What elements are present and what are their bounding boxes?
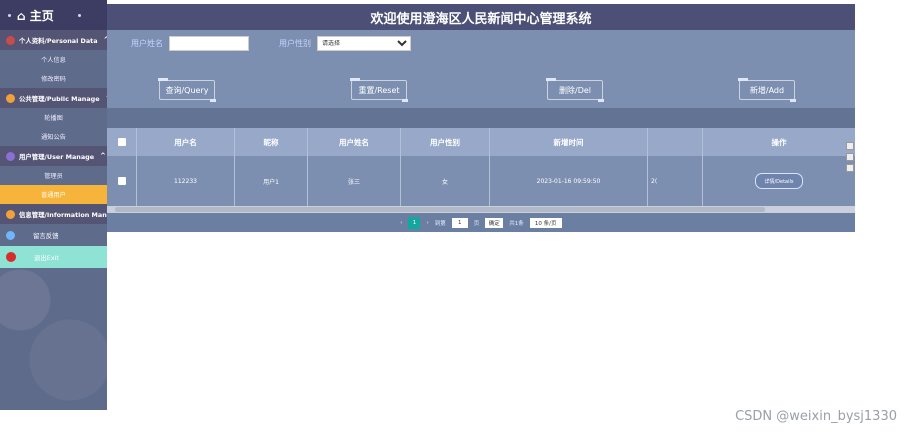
search-bar: 用户姓名 用户性别 请选择 [131,36,411,51]
reset-button[interactable]: 重置/Reset [350,78,408,102]
gender-select[interactable]: 请选择 [317,36,411,51]
column-header: 操作 [771,137,787,147]
menu-group-label: 公共管理/Public Manage [19,94,100,103]
select-all-checkbox[interactable] [107,128,137,156]
go-button[interactable]: 确定 [485,217,504,228]
user-manage-icon [6,151,15,161]
table-header: 用户名 昵称 用户姓名 用户性别 新增时间 操作 [107,128,855,156]
goto-label: 到第 [434,220,446,227]
cell-actions: 详情/Details [703,156,855,206]
feedback-label: 留言反馈 [33,231,59,240]
sidebar-header: ⌂ 主页 [0,0,107,30]
sidebar-item-profile[interactable]: 个人信息 [0,50,107,69]
page-unit: 页 [473,220,480,227]
chevron-up-icon: ^ [100,152,106,160]
feedback-icon [6,230,15,240]
table-toolbar [107,108,855,128]
menu-group-label: 用户管理/User Manage [19,152,95,161]
table-row: 112233 用户1 张三 女 2023-01-16 09:59:50 2( 详… [107,156,855,206]
watermark: CSDN @weixin_bysj1330 [735,409,897,424]
row-checkbox[interactable] [107,156,137,206]
cell-username: 112233 [137,156,235,206]
columns-icon[interactable] [846,142,854,150]
cell-extra: 2( [648,156,703,206]
home-link[interactable]: ⌂ 主页 [17,7,54,24]
column-header: 用户姓名 [308,128,401,156]
menu-group-information[interactable]: 信息管理/Information Manage v [0,204,107,224]
prev-page-button[interactable]: ‹ [400,220,402,226]
sidebar-item-admin[interactable]: 管理员 [0,166,107,185]
menu-group-personal[interactable]: 个人资料/Personal Data ^ [0,30,107,50]
column-header: 新增时间 [490,128,648,156]
sidebar-item-notice[interactable]: 通知公告 [0,127,107,146]
current-page[interactable]: 1 [408,216,421,229]
page-input[interactable]: 1 [451,217,468,228]
pagination: ‹ 1 › 到第 1 页 确定 共1条 10 条/页 [107,213,855,232]
public-manage-icon [6,93,15,103]
scrollbar-thumb[interactable] [115,207,765,212]
column-header: 用户性别 [401,128,490,156]
information-manage-icon [6,209,15,219]
print-icon[interactable] [846,153,854,161]
name-label: 用户姓名 [131,39,163,48]
decor-dot-icon [77,13,81,17]
logout-icon [6,252,16,262]
decor-dot-icon [8,13,11,17]
column-header: 昵称 [235,128,308,156]
horizontal-scrollbar[interactable] [107,206,855,213]
cell-nickname: 用户1 [235,156,308,206]
column-header: 用户名 [137,128,235,156]
sidebar: ⌂ 主页 个人资料/Personal Data ^ 个人信息 修改密码 公共管理… [0,0,107,410]
menu-group-label: 信息管理/Information Manage [19,210,107,219]
logout-button[interactable]: 退出Exit [0,246,107,268]
logout-label: 退出Exit [34,253,59,262]
page-title: 欢迎使用澄海区人民新闻中心管理系统 [107,4,855,30]
delete-button[interactable]: 删除/Del [546,78,604,102]
next-page-button[interactable]: › [426,220,428,226]
cell-created: 2023-01-16 09:59:50 [490,156,648,206]
cell-realname: 张三 [308,156,401,206]
cell-gender: 女 [401,156,490,206]
menu-group-label: 个人资料/Personal Data [19,36,98,45]
sidebar-item-feedback[interactable]: 留言反馈 [0,224,107,246]
main-content: 用户姓名 用户性别 请选择 查询/Query 重置/Reset 删除/Del 新… [107,30,855,232]
query-button[interactable]: 查询/Query [158,78,216,102]
table-tools [846,142,855,172]
menu-group-user[interactable]: 用户管理/User Manage ^ [0,146,107,166]
export-icon[interactable] [846,164,854,172]
total-count: 共1条 [509,220,524,227]
home-label: 主页 [29,8,54,23]
sidebar-item-change-password[interactable]: 修改密码 [0,69,107,88]
add-button[interactable]: 新增/Add [738,78,796,102]
sidebar-item-carousel[interactable]: 轮播图 [0,108,107,127]
page-size-select[interactable]: 10 条/页 [529,217,562,228]
gender-label: 用户性别 [279,39,311,48]
details-button[interactable]: 详情/Details [755,173,803,189]
column-header [648,128,703,156]
name-input[interactable] [169,36,249,51]
sidebar-item-normal-user[interactable]: 普通用户 [0,185,107,204]
personal-data-icon [6,35,15,45]
menu-group-public[interactable]: 公共管理/Public Manage ^ [0,88,107,108]
